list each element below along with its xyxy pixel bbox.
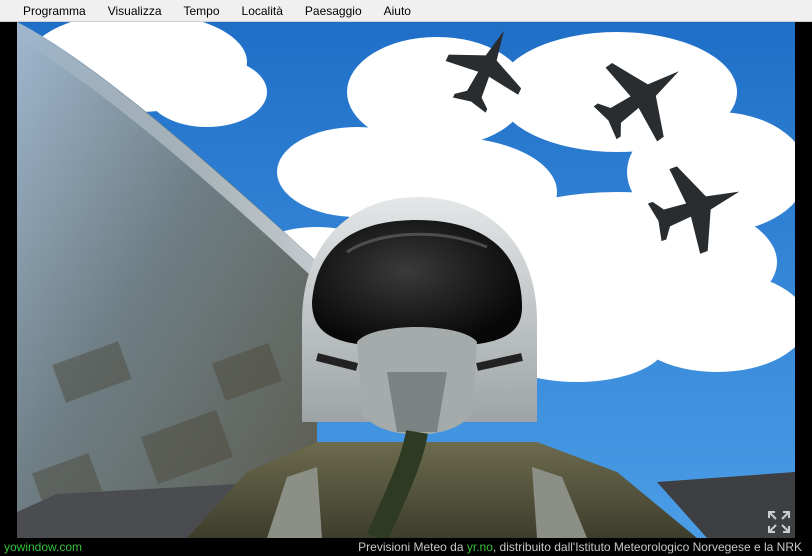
status-bar: yowindow.com Previsioni Meteo da yr.no, … <box>0 538 812 556</box>
menu-visualizza[interactable]: Visualizza <box>97 0 173 22</box>
menu-paesaggio[interactable]: Paesaggio <box>294 0 373 22</box>
menu-bar: Programma Visualizza Tempo Località Paes… <box>0 0 812 22</box>
menu-aiuto[interactable]: Aiuto <box>373 0 422 22</box>
scene-illustration <box>17 22 795 538</box>
attribution-prefix: Previsioni Meteo da <box>358 540 464 554</box>
menu-programma[interactable]: Programma <box>12 0 97 22</box>
menu-tempo[interactable]: Tempo <box>173 0 231 22</box>
yr-no-link[interactable]: yr.no <box>467 540 493 554</box>
weather-attribution: Previsioni Meteo da yr.no, distribuito d… <box>358 538 802 556</box>
menu-localita[interactable]: Località <box>231 0 294 22</box>
weather-scene[interactable] <box>17 22 795 538</box>
attribution-suffix: , distribuito dall'Istituto Meteorologic… <box>492 540 802 554</box>
fullscreen-icon[interactable] <box>766 509 792 535</box>
yowindow-link[interactable]: yowindow.com <box>4 538 82 556</box>
